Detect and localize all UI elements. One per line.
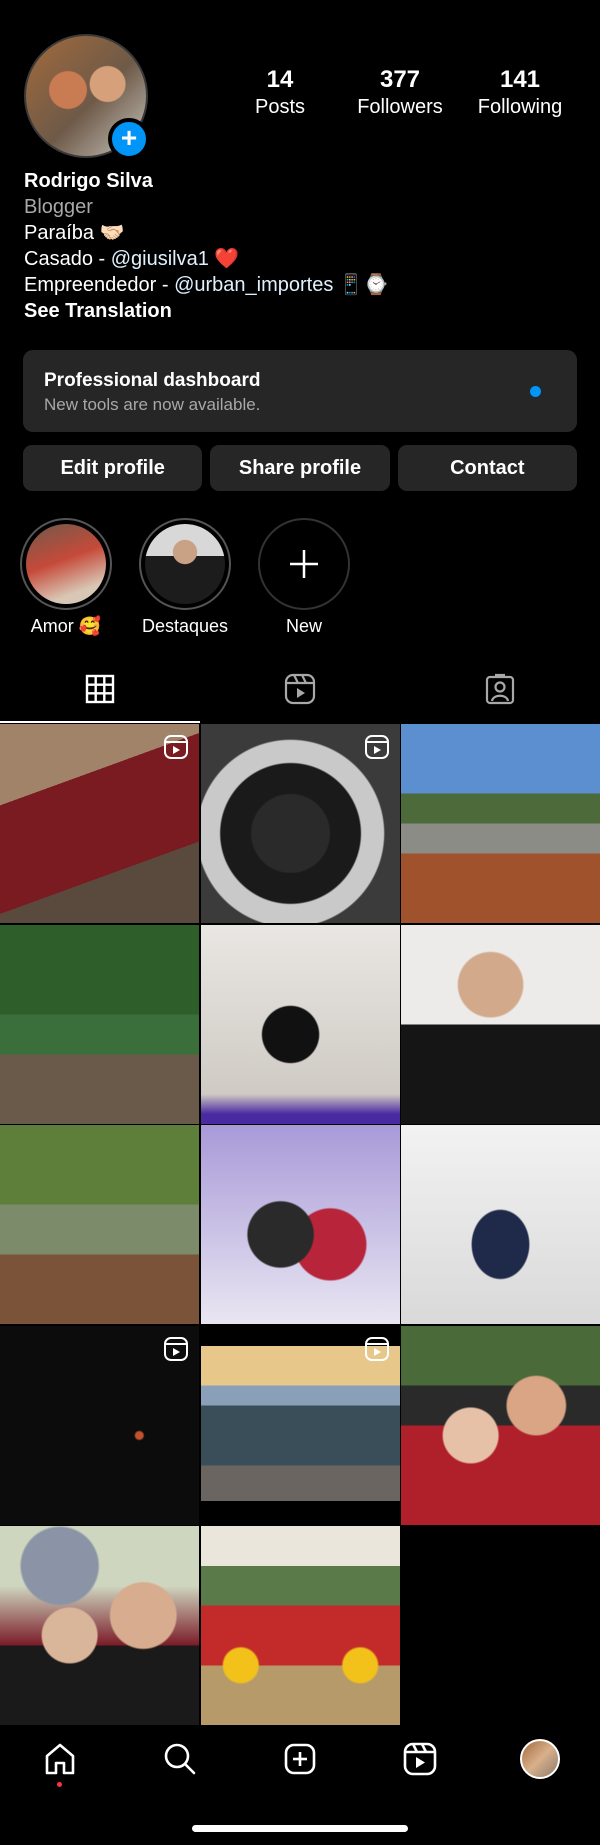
following-label: Following (477, 96, 563, 118)
notification-dot-icon (530, 386, 541, 397)
profile-name: Rodrigo Silva (24, 170, 153, 192)
followers-label: Followers (357, 96, 443, 118)
home-indicator-bar[interactable] (192, 1825, 408, 1832)
reel-icon (364, 1336, 390, 1367)
grid-post[interactable] (401, 1325, 600, 1525)
bio-line-3-prefix: Empreendedor - (24, 274, 175, 296)
nav-home[interactable] (30, 1729, 90, 1789)
see-translation-link[interactable]: See Translation (24, 298, 584, 324)
nav-create[interactable] (270, 1729, 330, 1789)
profile-action-buttons: Edit profile Share profile Contact (23, 445, 577, 491)
search-icon (164, 1743, 196, 1775)
highlight-destaques-image (145, 524, 225, 604)
grid-post[interactable] (0, 1526, 199, 1725)
share-profile-button[interactable]: Share profile (210, 445, 390, 491)
bio-line-3: Empreendedor - @urban_importes 📱⌚ (24, 272, 584, 298)
grid-post[interactable] (401, 1125, 600, 1324)
home-notification-dot (57, 1782, 62, 1787)
followers-stat[interactable]: 377 Followers (340, 66, 460, 119)
new-highlight-circle (258, 518, 350, 610)
contact-button[interactable]: Contact (397, 445, 577, 491)
dashboard-subtitle: New tools are now available. (44, 395, 261, 414)
grid-post[interactable] (401, 924, 600, 1124)
following-stat[interactable]: 141 Following (460, 66, 580, 119)
profile-avatar[interactable]: + (24, 34, 150, 160)
active-tab-indicator (0, 721, 200, 723)
profile-category: Blogger (24, 196, 93, 218)
reels-icon (403, 1742, 437, 1776)
highlight-cover (20, 518, 112, 610)
create-post-icon (284, 1743, 316, 1775)
add-story-plus-icon[interactable]: + (108, 118, 150, 160)
plus-icon (290, 550, 318, 578)
grid-empty-slot (401, 1526, 600, 1725)
bio-line-2-suffix: ❤️ (208, 248, 240, 270)
posts-count: 14 (266, 66, 294, 93)
grid-post[interactable] (200, 924, 400, 1124)
nav-profile[interactable] (510, 1729, 570, 1789)
bio-line-2: Casado - @giusilva1 ❤️ (24, 246, 584, 272)
posts-stat[interactable]: 14 Posts (220, 66, 340, 119)
post-grid (0, 724, 600, 1725)
bio-line-3-suffix: 📱⌚ (333, 274, 389, 296)
grid-post[interactable] (0, 1325, 199, 1525)
profile-content-tabs (0, 655, 600, 723)
reels-icon (284, 673, 316, 705)
grid-post[interactable] (200, 1526, 400, 1725)
tab-reels[interactable] (200, 655, 400, 723)
followers-count: 377 (379, 66, 421, 93)
tab-posts-grid[interactable] (0, 655, 200, 723)
profile-avatar-icon (520, 1739, 560, 1779)
highlight-cover (139, 518, 231, 610)
bio-line-2-prefix: Casado - (24, 248, 111, 270)
bottom-navigation (0, 1724, 600, 1794)
reel-icon (364, 734, 390, 765)
tab-tagged[interactable] (400, 655, 600, 723)
profile-bio: Rodrigo Silva Blogger Paraíba 🤝🏻 Casado … (24, 168, 584, 324)
tagged-person-icon (485, 673, 515, 705)
reel-icon (163, 1336, 189, 1367)
highlight-new[interactable]: New (256, 518, 352, 637)
home-icon (45, 1743, 75, 1775)
highlight-label: Amor 🥰 (30, 616, 102, 636)
professional-dashboard-card[interactable]: Professional dashboard New tools are now… (23, 350, 577, 432)
highlight-amor-image (26, 524, 106, 604)
reel-icon (163, 734, 189, 765)
nav-reels[interactable] (390, 1729, 450, 1789)
dashboard-title: Professional dashboard (44, 370, 261, 391)
nav-search[interactable] (150, 1729, 210, 1789)
grid-post[interactable] (200, 1325, 400, 1525)
grid-post[interactable] (401, 724, 600, 923)
highlight-destaques[interactable]: Destaques (137, 518, 233, 637)
highlight-label: New (285, 616, 322, 636)
profile-stats: 14 Posts 377 Followers 141 Following (220, 66, 580, 119)
grid-post[interactable] (0, 924, 199, 1124)
grid-post[interactable] (200, 724, 400, 923)
highlight-amor[interactable]: Amor 🥰 (18, 518, 114, 637)
bio-line-1: Paraíba 🤝🏻 (24, 222, 125, 244)
highlight-label: Destaques (141, 616, 229, 636)
following-count: 141 (499, 66, 541, 93)
mention-link-giusilva1[interactable]: @giusilva1 (111, 248, 209, 270)
grid-post[interactable] (0, 724, 199, 923)
mention-link-urban-importes[interactable]: @urban_importes (174, 274, 333, 296)
posts-label: Posts (254, 96, 306, 118)
grid-post[interactable] (0, 1125, 199, 1324)
edit-profile-button[interactable]: Edit profile (23, 445, 203, 491)
grid-post[interactable] (200, 1125, 400, 1324)
grid-icon (85, 674, 115, 704)
